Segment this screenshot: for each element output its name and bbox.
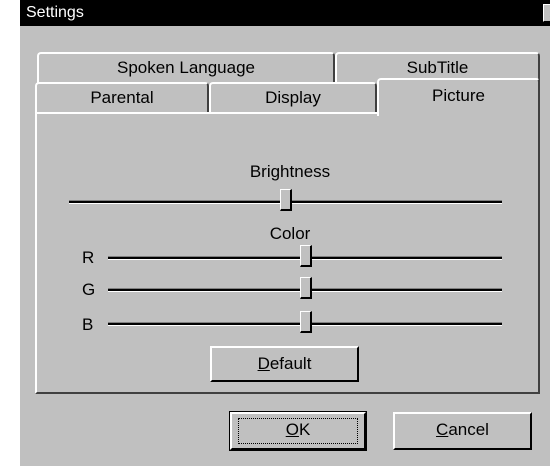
color-label: Color: [269, 224, 311, 243]
brightness-label: Brightness: [249, 162, 331, 181]
picture-tab-panel: Brightness Color R G B Default: [35, 112, 540, 394]
title-bar: Settings ×: [20, 0, 550, 26]
b-label: B: [82, 315, 94, 334]
r-slider-thumb[interactable]: [300, 245, 312, 267]
ok-button[interactable]: OK: [229, 411, 367, 451]
tab-spoken-language[interactable]: Spoken Language: [37, 52, 335, 84]
focus-ring: [238, 418, 358, 444]
tab-label: Spoken Language: [116, 58, 256, 77]
brightness-slider-thumb[interactable]: [280, 189, 292, 211]
tab-label: Picture: [432, 86, 485, 105]
close-button[interactable]: ×: [543, 4, 550, 22]
default-rest: efault: [269, 354, 312, 373]
cancel-button[interactable]: Cancel: [393, 412, 532, 450]
tab-display[interactable]: Display: [209, 82, 377, 114]
default-mnemonic: D: [257, 354, 270, 373]
b-slider-thumb[interactable]: [300, 311, 312, 333]
r-label: R: [82, 248, 95, 267]
g-label: G: [82, 280, 96, 299]
g-slider-thumb[interactable]: [300, 277, 312, 299]
default-button[interactable]: Default: [210, 346, 359, 382]
tab-label: SubTitle: [406, 58, 469, 77]
cancel-mnemonic: C: [436, 420, 449, 439]
tab-label: Parental: [90, 88, 154, 107]
tab-label: Display: [265, 88, 321, 107]
tab-parental[interactable]: Parental: [35, 82, 209, 114]
window-title: Settings: [26, 4, 84, 21]
cancel-rest: ancel: [448, 420, 489, 439]
tab-picture[interactable]: Picture: [377, 78, 540, 116]
